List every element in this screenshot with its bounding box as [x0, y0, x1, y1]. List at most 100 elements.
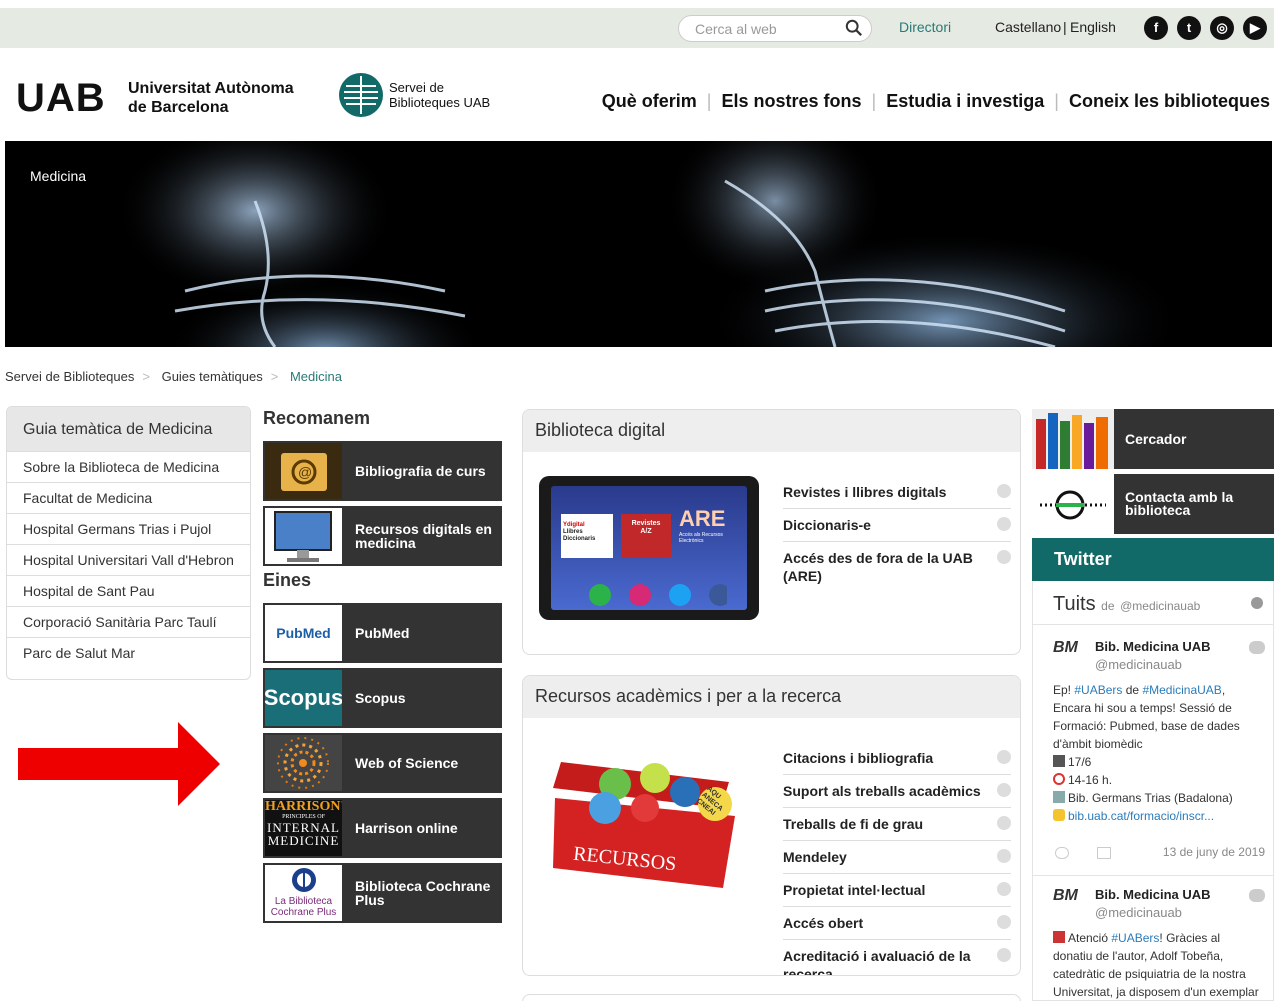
timeline-de: de	[1101, 599, 1115, 613]
tweet-author[interactable]: Bib. Medicina UAB	[1095, 887, 1211, 902]
avatar[interactable]: BM	[1053, 887, 1085, 919]
sidebar-item-sobre-biblioteca[interactable]: Sobre la Biblioteca de Medicina	[7, 451, 250, 482]
next-box	[522, 994, 1021, 1001]
link-label: Accés des de fora de la UAB (ARE)	[783, 550, 973, 584]
directory-link[interactable]: Directori	[899, 19, 951, 35]
academic-resources-title: Recursos acadèmics i per a la recerca	[523, 676, 1020, 718]
uab-name[interactable]: Universitat Autònoma de Barcelona	[128, 79, 294, 117]
ebooks-tile-line2: Llibres	[563, 529, 583, 535]
chevron-right-icon	[997, 816, 1011, 830]
twitter-icon[interactable]: t	[1177, 16, 1201, 40]
nav-els-nostres-fons[interactable]: Els nostres fons	[721, 91, 861, 112]
link-acreditacio[interactable]: Acreditació i avaluació de la recerca	[783, 940, 1011, 975]
link-diccionaris[interactable]: Diccionaris-e	[783, 509, 1011, 542]
sidebar-item-vall-hebron[interactable]: Hospital Universitari Vall d'Hebron	[7, 544, 250, 575]
nav-que-oferim[interactable]: Què oferim	[602, 91, 697, 112]
library-service-logo-icon[interactable]	[338, 72, 384, 118]
journals-tile: Revistes A/Z	[621, 514, 671, 558]
link-propietat-intellectual[interactable]: Propietat intel·lectual	[783, 874, 1011, 907]
chevron-right-icon	[997, 882, 1011, 896]
share-icon[interactable]	[1097, 847, 1111, 859]
twitter-bar: Twitter	[1032, 538, 1274, 581]
scopus-logo: Scopus	[263, 668, 344, 728]
sidebar-item-facultat[interactable]: Facultat de Medicina	[7, 482, 250, 513]
tweet-time-line: 14-16 h.	[1053, 771, 1261, 789]
chevron-right-icon	[997, 750, 1011, 764]
link-acces-obert[interactable]: Accés obert	[783, 907, 1011, 940]
tile-bibliografia-curs[interactable]: @ Bibliografia de curs	[263, 441, 502, 501]
library-service-line2: Biblioteques UAB	[389, 95, 491, 110]
tweet-handle[interactable]: @medicinauab	[1095, 657, 1182, 672]
building-icon	[1053, 791, 1065, 803]
eines-title: Eines	[263, 570, 312, 590]
nav-coneix-les-biblioteques[interactable]: Coneix les biblioteques	[1069, 91, 1270, 112]
tile-label: Web of Science	[355, 755, 459, 771]
breadcrumb: Servei de Biblioteques > Guies temàtiques…	[5, 369, 342, 384]
sidebar-item-parc-tauli[interactable]: Corporació Sanitària Parc Taulí	[7, 606, 250, 637]
tile-label: Biblioteca Cochrane Plus	[355, 878, 491, 908]
tile-scopus[interactable]: Scopus Scopus	[263, 668, 502, 728]
tweet-date[interactable]: 13 de juny de 2019	[1163, 845, 1265, 859]
web-of-science-logo-icon	[263, 733, 344, 793]
link-label: Revistes i llibres digitals	[783, 484, 947, 500]
nav-estudia-i-investiga[interactable]: Estudia i investiga	[886, 91, 1044, 112]
tile-recursos-digitals[interactable]: Recursos digitals en medicina	[263, 506, 502, 566]
social-apps-icon	[589, 584, 727, 606]
timeline-handle[interactable]: @medicinauab	[1120, 599, 1200, 613]
link-suport-treballs[interactable]: Suport als treballs acadèmics	[783, 775, 1011, 808]
link-revistes-llibres[interactable]: Revistes i llibres digitals	[783, 476, 1011, 509]
lang-castellano-link[interactable]: Castellano	[995, 19, 1061, 35]
are-tile-title: ARE	[679, 506, 726, 531]
tile-harrison-online[interactable]: HARRISON'S PRINCIPLES OF INTERNAL MEDICI…	[263, 798, 502, 858]
ebooks-tile: Ydigital Llibres Diccionaris	[561, 514, 613, 558]
link-tfg[interactable]: Treballs de fi de grau	[783, 808, 1011, 841]
search-input[interactable]: Cerca al web	[678, 15, 872, 42]
tile-label: Bibliografia de curs	[355, 463, 486, 479]
sidebar-item-germans-trias[interactable]: Hospital Germans Trias i Pujol	[7, 513, 250, 544]
cercador-button[interactable]: Cercador	[1032, 409, 1274, 469]
facebook-icon[interactable]: f	[1144, 16, 1168, 40]
tile-cochrane-plus[interactable]: La Biblioteca Cochrane Plus Biblioteca C…	[263, 863, 502, 923]
link-mendeley[interactable]: Mendeley	[783, 841, 1011, 874]
calendar-icon	[1053, 755, 1065, 767]
search-placeholder: Cerca al web	[695, 21, 777, 37]
uab-name-line2: de Barcelona	[128, 99, 229, 116]
search-icon[interactable]	[845, 19, 863, 37]
contact-plug-icon	[1032, 474, 1114, 534]
like-heart-icon[interactable]	[1055, 847, 1069, 859]
sidebar-item-parc-salut-mar[interactable]: Parc de Salut Mar	[7, 637, 250, 668]
sidebar-item-sant-pau[interactable]: Hospital de Sant Pau	[7, 575, 250, 606]
are-tile-subtitle: Accés als Recursos Electrònics	[679, 532, 723, 544]
cochrane-circle-icon	[291, 868, 316, 892]
hashtag-link[interactable]: #UABers	[1074, 683, 1122, 697]
contacta-button[interactable]: Contacta amb la biblioteca	[1032, 474, 1274, 534]
scopus-logo-text: Scopus	[263, 685, 344, 710]
tile-pubmed[interactable]: PubMed PubMed	[263, 603, 502, 663]
breadcrumb-item[interactable]: Guies temàtiques	[162, 369, 263, 384]
youtube-icon[interactable]: ▶	[1243, 16, 1267, 40]
info-icon[interactable]	[1251, 597, 1263, 609]
tweet-handle[interactable]: @medicinauab	[1095, 905, 1182, 920]
link-citacions[interactable]: Citacions i bibliografia	[783, 742, 1011, 775]
tweet: BM Bib. Medicina UAB @medicinauab Ep! #U…	[1053, 639, 1265, 869]
avatar[interactable]: BM	[1053, 639, 1085, 671]
hashtag-link[interactable]: #MedicinaUAB	[1142, 683, 1221, 697]
nav-separator: |	[871, 91, 877, 111]
tile-web-of-science[interactable]: Web of Science	[263, 733, 502, 793]
digital-library-title: Biblioteca digital	[523, 410, 1020, 452]
bibliography-book-icon: @	[263, 441, 344, 501]
instagram-icon[interactable]: ◎	[1210, 16, 1234, 40]
breadcrumb-item[interactable]: Servei de Biblioteques	[5, 369, 134, 384]
link-acces-fora-uab[interactable]: Accés des de fora de la UAB (ARE)	[783, 542, 1011, 592]
lang-english-link[interactable]: English	[1070, 19, 1116, 35]
chevron-right-icon	[997, 948, 1011, 962]
link-label: Citacions i bibliografia	[783, 750, 934, 766]
tweet-author[interactable]: Bib. Medicina UAB	[1095, 639, 1211, 654]
uab-logo[interactable]: UAB	[16, 78, 106, 118]
hashtag-link[interactable]: #UABers	[1111, 931, 1159, 945]
tweet-link[interactable]: bib.uab.cat/formacio/inscr...	[1068, 809, 1214, 823]
library-service-name[interactable]: Servei de Biblioteques UAB	[389, 80, 490, 110]
breadcrumb-current: Medicina	[289, 369, 342, 384]
uab-name-line1: Universitat Autònoma	[128, 80, 294, 97]
tile-label: Harrison online	[355, 820, 458, 836]
